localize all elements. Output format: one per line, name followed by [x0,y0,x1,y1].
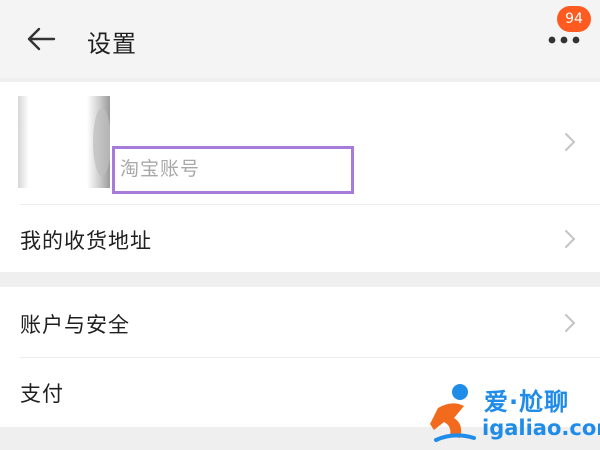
address-label: 我的收货地址 [20,229,152,253]
security-row[interactable]: 账户与安全 [0,287,600,357]
arrow-left-icon[interactable] [26,26,56,52]
watermark-url: igaliao.com [482,416,600,440]
profile-row[interactable]: 淘宝账号 [0,82,600,204]
chevron-right-icon [565,230,576,248]
security-label: 账户与安全 [20,313,130,337]
runner-logo-icon [430,384,476,442]
watermark-brand: 爱·尬聊 [484,388,570,416]
address-row[interactable]: 我的收货地址 [0,205,600,272]
avatar [18,96,110,188]
top-bar: 设置 94 [0,0,600,78]
chevron-right-icon [565,133,576,151]
payment-label: 支付 [20,382,64,406]
highlight-box [112,146,354,194]
settings-group-account: 淘宝账号 我的收货地址 [0,82,600,272]
watermark: 爱·尬聊 igaliao.com [430,378,600,450]
notification-badge: 94 [557,6,591,32]
page-title: 设置 [87,30,137,58]
chevron-right-icon [565,314,576,332]
